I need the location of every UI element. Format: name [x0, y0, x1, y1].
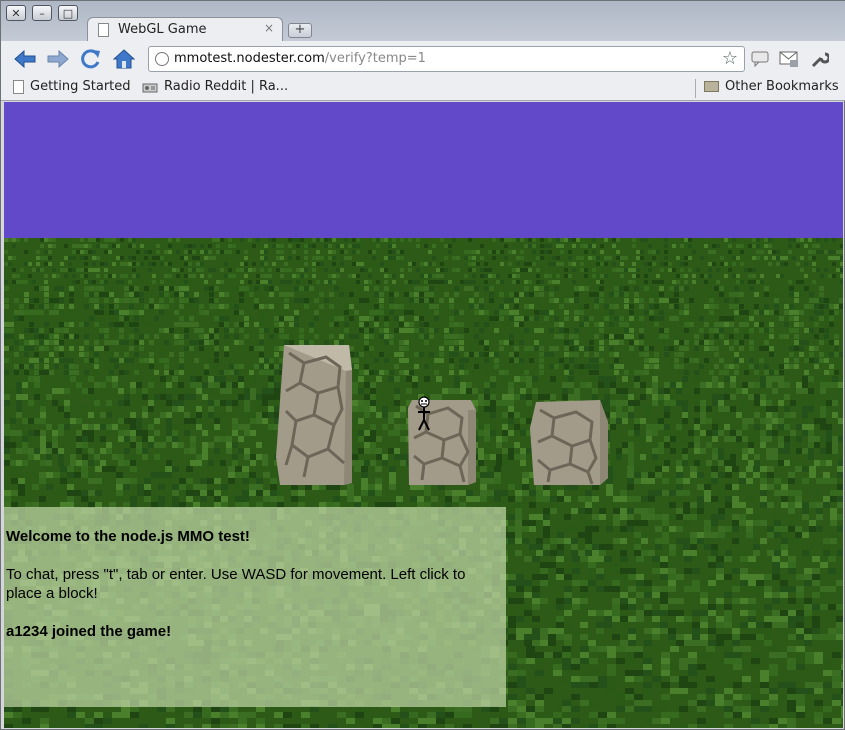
page-icon [13, 79, 24, 94]
maximize-icon: □ [62, 6, 74, 20]
browser-window: ✕ – □ WebGL Game × + mmotest.nodester.co… [0, 0, 845, 730]
settings-wrench-button[interactable] [810, 49, 830, 69]
chat-instructions-message: To chat, press "t", tab or enter. Use WA… [6, 566, 466, 602]
radio-icon [142, 83, 158, 92]
forward-button[interactable] [46, 47, 70, 71]
home-button[interactable] [112, 47, 136, 71]
folder-icon [704, 81, 719, 92]
webgl-game-canvas[interactable]: Welcome to the node.js MMO test! To chat… [4, 102, 843, 728]
chat-welcome-message: Welcome to the node.js MMO test! [6, 528, 250, 545]
bookmark-label: Getting Started [30, 79, 131, 94]
close-icon: ✕ [11, 6, 21, 20]
chat-join-message: a1234 joined the game! [6, 623, 172, 640]
url-host: mmotest.nodester.com [174, 51, 325, 66]
tab-strip: ✕ – □ WebGL Game × + [1, 1, 845, 42]
chat-log: Welcome to the node.js MMO test! To chat… [4, 507, 506, 707]
player-avatar[interactable] [414, 396, 434, 432]
page-icon [98, 23, 109, 37]
stone-block-right[interactable] [530, 400, 610, 485]
stone-block-left[interactable] [274, 345, 354, 485]
tab-close-icon[interactable]: × [264, 21, 274, 35]
globe-icon [155, 52, 169, 66]
bookmark-label: Radio Reddit | Ra... [164, 79, 289, 94]
window-minimize-button[interactable]: – [32, 5, 52, 21]
other-bookmarks-label: Other Bookmarks [725, 79, 839, 94]
address-bar[interactable]: mmotest.nodester.com/verify?temp=1 ☆ [148, 46, 745, 72]
gmail-checker-button[interactable] [779, 49, 799, 69]
window-maximize-button[interactable]: □ [58, 5, 78, 21]
back-button[interactable] [13, 47, 37, 71]
window-close-button[interactable]: ✕ [6, 5, 26, 21]
back-arrow-icon [14, 50, 36, 68]
forward-arrow-icon [47, 50, 69, 68]
toolbar: mmotest.nodester.com/verify?temp=1 ☆ [1, 41, 845, 76]
bookmarks-bar: Getting Started Radio Reddit | Ra... Oth… [1, 76, 845, 101]
speech-bubble-icon [751, 51, 769, 67]
url-path: /verify?temp=1 [324, 51, 426, 66]
address-url[interactable]: mmotest.nodester.com/verify?temp=1 [174, 51, 426, 66]
other-bookmarks-folder[interactable]: Other Bookmarks [704, 79, 839, 94]
tab-title: WebGL Game [118, 22, 207, 37]
wrench-icon [811, 52, 829, 68]
bookmark-radio-reddit[interactable]: Radio Reddit | Ra... [142, 79, 288, 94]
reload-button[interactable] [79, 47, 103, 71]
bookmark-separator [695, 79, 696, 98]
bookmark-star-icon[interactable]: ☆ [722, 48, 738, 69]
bookmark-getting-started[interactable]: Getting Started [13, 79, 131, 94]
mail-icon [779, 51, 798, 67]
minimize-icon: – [39, 6, 45, 20]
reload-icon [81, 49, 100, 69]
tab-webgl-game[interactable]: WebGL Game × [87, 17, 283, 42]
home-icon [113, 49, 135, 69]
new-tab-button[interactable]: + [288, 23, 312, 38]
chat-extension-button[interactable] [750, 49, 770, 69]
sky [4, 102, 843, 238]
